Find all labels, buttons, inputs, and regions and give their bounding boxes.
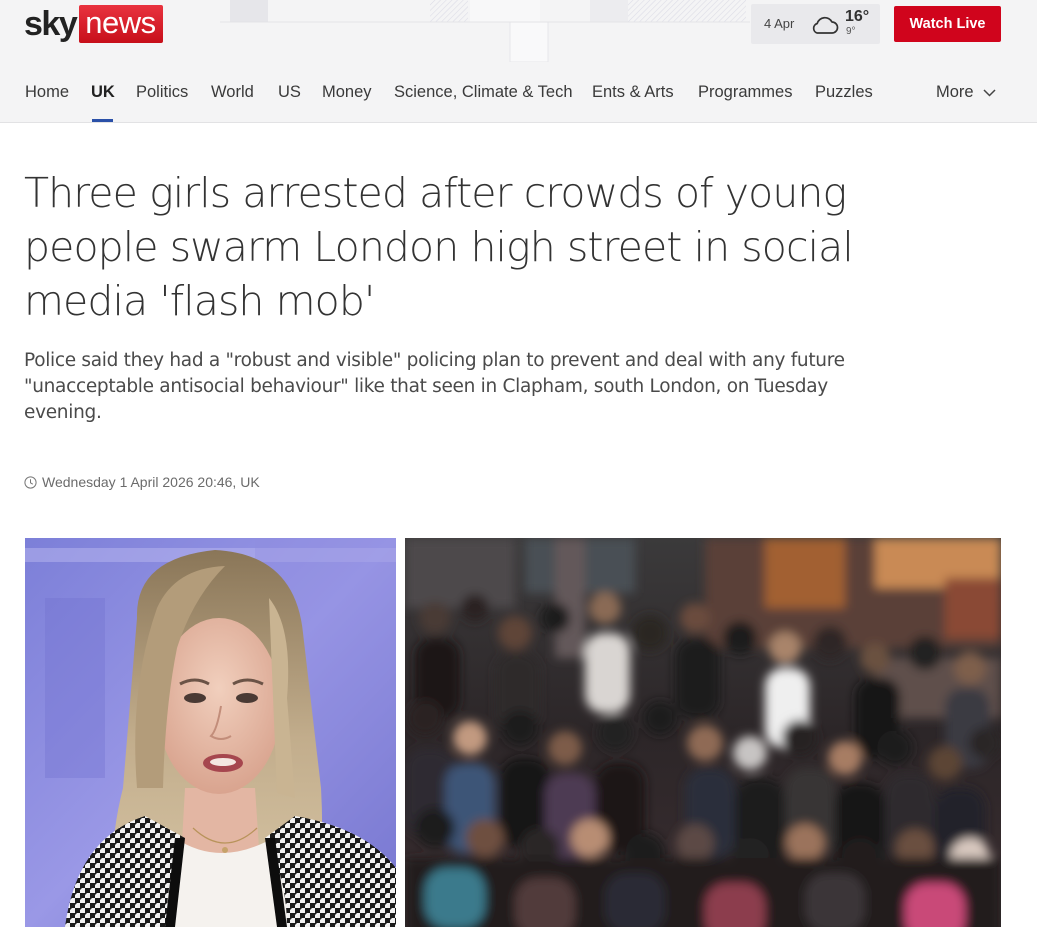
site-header: sky news 4 Apr 16° 9° Watch Live Home UK… <box>0 0 1037 123</box>
reporter-photo <box>25 538 396 927</box>
nav-more-label: More <box>936 83 974 101</box>
header-pattern <box>220 0 750 62</box>
article-timestamp: Wednesday 1 April 2026 20:46, UK <box>42 474 260 490</box>
crowd-photo <box>405 538 1001 927</box>
weather-low-temp: 9° <box>846 26 856 37</box>
nav-item-home[interactable]: Home <box>25 83 69 102</box>
watch-live-button[interactable]: Watch Live <box>894 6 1001 42</box>
weather-date: 4 Apr <box>764 16 795 31</box>
logo-news: news <box>79 5 163 43</box>
article-standfirst: Police said they had a "robust and visib… <box>24 350 845 423</box>
hero-image[interactable] <box>25 538 1001 927</box>
main-nav: Home UK Politics World US Money Science,… <box>0 62 1037 122</box>
nav-item-puzzles[interactable]: Puzzles <box>815 83 873 102</box>
nav-item-programmes[interactable]: Programmes <box>698 83 792 102</box>
cloud-icon <box>812 16 839 34</box>
article-dateline: Wednesday 1 April 2026 20:46, UK <box>24 474 260 490</box>
nav-item-ents-arts[interactable]: Ents & Arts <box>592 83 674 102</box>
nav-item-money[interactable]: Money <box>322 83 372 102</box>
nav-item-politics[interactable]: Politics <box>136 83 188 102</box>
nav-active-indicator <box>92 119 113 122</box>
nav-item-us[interactable]: US <box>278 83 301 102</box>
chevron-down-icon <box>983 88 996 97</box>
sky-news-logo[interactable]: sky news <box>24 5 163 43</box>
nav-more-button[interactable]: More <box>936 83 996 102</box>
clock-icon <box>24 475 37 489</box>
weather-high-temp: 16° <box>845 8 870 25</box>
nav-item-uk[interactable]: UK <box>91 83 115 102</box>
nav-item-world[interactable]: World <box>211 83 254 102</box>
article-headline: Three girls arrested after crowds of you… <box>24 169 854 325</box>
weather-widget[interactable]: 4 Apr 16° 9° <box>751 4 880 44</box>
nav-item-science-climate-tech[interactable]: Science, Climate & Tech <box>394 83 573 102</box>
logo-sky: sky <box>24 5 78 43</box>
